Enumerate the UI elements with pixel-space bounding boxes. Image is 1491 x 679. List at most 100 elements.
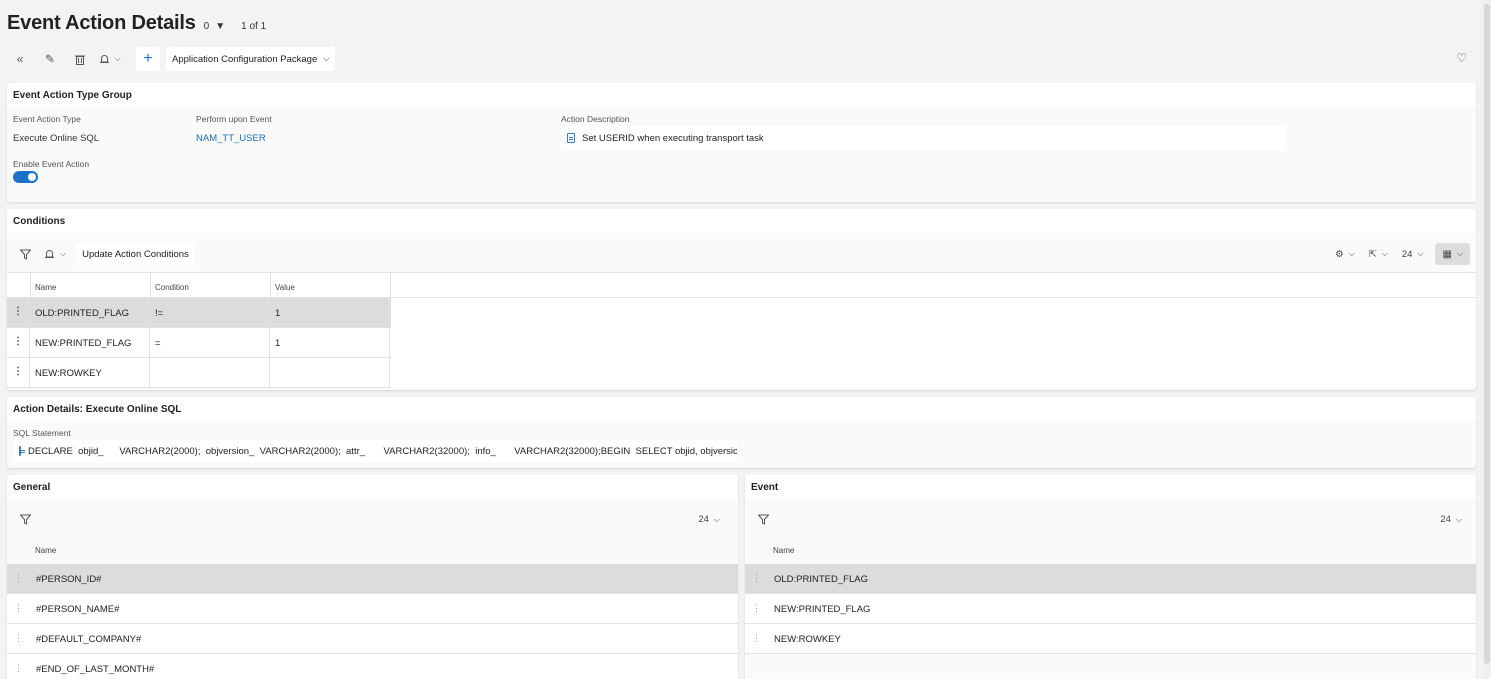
- item-label: #DEFAULT_COMPANY#: [36, 634, 142, 645]
- conditions-toolbar: ⌵ Update Action Conditions: [7, 242, 1476, 266]
- general-section: General 24 ⌵ Name ⋮ #PERSON_ID# ⋮ #PERSON…: [7, 475, 738, 679]
- row-menu-icon[interactable]: ⋮: [7, 298, 30, 327]
- favorite-heart-icon[interactable]: ♡: [1456, 51, 1467, 65]
- page-title: Event Action Details: [7, 12, 196, 34]
- settings-dropdown[interactable]: ⚙ ⌵: [1335, 249, 1355, 260]
- list-item[interactable]: ⋮ OLD:PRINTED_FLAG: [745, 564, 1476, 594]
- row-menu-icon[interactable]: ⋮: [745, 624, 768, 653]
- cell-value: [270, 358, 390, 387]
- row-menu-icon[interactable]: ⋮: [7, 654, 30, 679]
- double-chevron-left-icon[interactable]: «: [8, 47, 32, 71]
- page-scrollbar[interactable]: [1482, 0, 1491, 679]
- cell-value: 1: [270, 328, 390, 357]
- row-menu-icon[interactable]: ⋮: [7, 594, 30, 623]
- update-action-conditions-button[interactable]: Update Action Conditions: [76, 243, 195, 265]
- list-item[interactable]: ⋮ #PERSON_ID#: [7, 564, 738, 594]
- sql-statement-field[interactable]: DECLARE objid_ VARCHAR2(2000); objversio…: [13, 440, 737, 462]
- perform-upon-event-label: Perform upon Event: [196, 114, 272, 124]
- chevron-down-icon: ⌵: [1455, 514, 1462, 524]
- record-selector-icon[interactable]: ▼: [215, 21, 225, 32]
- export-dropdown[interactable]: ⇱ ⌵: [1369, 249, 1388, 260]
- row-menu-icon[interactable]: ⋮: [7, 624, 30, 653]
- delete-icon[interactable]: [68, 47, 92, 71]
- chevron-down-icon: ⌵: [1417, 249, 1424, 258]
- package-label: Application Configuration Package: [172, 53, 318, 65]
- add-button[interactable]: +: [136, 47, 160, 71]
- event-action-type-label: Event Action Type: [13, 114, 81, 124]
- item-label: OLD:PRINTED_FLAG: [774, 574, 868, 585]
- enable-event-action-toggle[interactable]: [13, 171, 38, 183]
- chevron-down-icon: ⌵: [1381, 249, 1388, 258]
- cell-condition: !=: [150, 298, 270, 327]
- row-menu-icon[interactable]: ⋮: [745, 594, 768, 623]
- column-header-name[interactable]: Name: [745, 538, 1476, 564]
- document-icon: [567, 133, 575, 143]
- column-header-name[interactable]: Name: [7, 538, 738, 564]
- list-item[interactable]: ⋮ #END_OF_LAST_MONTH#: [7, 654, 738, 679]
- column-header-condition[interactable]: Condition: [151, 273, 271, 297]
- action-description-value: Set USERID when executing transport task: [582, 132, 764, 144]
- list-item[interactable]: ⋮ NEW:ROWKEY: [745, 624, 1476, 654]
- pager-label: 1 of 1: [241, 21, 267, 32]
- page-size-dropdown[interactable]: 24 ⌵: [1440, 514, 1462, 525]
- chevron-down-icon: ⌵: [1348, 249, 1355, 258]
- item-label: #PERSON_ID#: [36, 574, 102, 585]
- page-size-dropdown[interactable]: 24 ⌵: [1402, 249, 1424, 260]
- action-details-section: Action Details: Execute Online SQL SQL S…: [7, 397, 1476, 468]
- table-row[interactable]: ⋮ NEW:ROWKEY: [7, 358, 391, 388]
- package-dropdown[interactable]: Application Configuration Package ⌵: [166, 47, 336, 71]
- type-group-section: Event Action Type Group Event Action Typ…: [7, 83, 1476, 202]
- document-icon: [19, 446, 25, 456]
- chevron-down-icon: ⌵: [1456, 249, 1463, 258]
- item-label: NEW:PRINTED_FLAG: [774, 604, 871, 615]
- list-item[interactable]: ⋮ NEW:PRINTED_FLAG: [745, 594, 1476, 624]
- row-menu-icon[interactable]: ⋮: [745, 564, 768, 593]
- filter-icon[interactable]: [20, 249, 31, 260]
- page-size-value: 24: [698, 514, 709, 525]
- list-item[interactable]: ⋮ #DEFAULT_COMPANY#: [7, 624, 738, 654]
- perform-upon-event-link[interactable]: NAM_TT_USER: [196, 133, 266, 144]
- gear-icon: ⚙: [1335, 248, 1344, 260]
- view-mode-dropdown[interactable]: ▦ ⌵: [1435, 243, 1470, 265]
- page-size-value: 24: [1401, 248, 1413, 260]
- cell-name: OLD:PRINTED_FLAG: [30, 298, 150, 327]
- action-description-label: Action Description: [561, 114, 630, 124]
- bell-dropdown-button[interactable]: ⌵: [98, 47, 122, 71]
- section-title: General: [7, 475, 738, 499]
- event-table: Name ⋮ OLD:PRINTED_FLAG ⋮ NEW:PRINTED_FL…: [745, 538, 1476, 654]
- cell-name: NEW:ROWKEY: [30, 358, 150, 387]
- bell-dropdown-button[interactable]: ⌵: [44, 249, 66, 260]
- cell-condition: [150, 358, 270, 387]
- section-title: Event Action Type Group: [7, 83, 1476, 107]
- page-size-dropdown[interactable]: 24 ⌵: [698, 514, 720, 525]
- chevron-down-icon: ⌵: [114, 54, 121, 63]
- page-size-value: 24: [1440, 514, 1451, 525]
- scrollbar-thumb[interactable]: [1484, 4, 1490, 664]
- chevron-down-icon: ⌵: [713, 514, 720, 524]
- list-item[interactable]: ⋮ #PERSON_NAME#: [7, 594, 738, 624]
- cell-condition: =: [150, 328, 270, 357]
- section-title: Event: [745, 475, 1476, 499]
- filter-icon[interactable]: [20, 514, 31, 525]
- row-menu-icon[interactable]: ⋮: [7, 564, 30, 593]
- table-header: Name Condition Value: [7, 272, 1476, 298]
- edit-icon[interactable]: ✎: [38, 47, 62, 71]
- table-view-icon: ▦: [1442, 248, 1452, 260]
- action-description-field[interactable]: Set USERID when executing transport task: [561, 126, 1286, 150]
- table-row[interactable]: ⋮ OLD:PRINTED_FLAG != 1: [7, 298, 391, 328]
- enable-event-action-label: Enable Event Action: [13, 159, 90, 169]
- row-menu-icon[interactable]: ⋮: [7, 358, 30, 387]
- chevron-down-icon: ⌵: [323, 54, 330, 63]
- conditions-table: Name Condition Value ⋮ OLD:PRINTED_FLAG …: [7, 272, 1476, 388]
- row-menu-icon[interactable]: ⋮: [7, 328, 30, 357]
- filter-icon[interactable]: [758, 514, 769, 525]
- column-header-name[interactable]: Name: [31, 273, 151, 297]
- record-count: 0: [203, 21, 210, 32]
- cell-name: NEW:PRINTED_FLAG: [30, 328, 150, 357]
- section-title: Action Details: Execute Online SQL: [7, 397, 1476, 421]
- table-row[interactable]: ⋮ NEW:PRINTED_FLAG = 1: [7, 328, 391, 358]
- column-header-value[interactable]: Value: [271, 273, 391, 297]
- header-spacer: [7, 273, 31, 297]
- item-label: NEW:ROWKEY: [774, 634, 841, 645]
- general-table: Name ⋮ #PERSON_ID# ⋮ #PERSON_NAME# ⋮ #DE…: [7, 538, 738, 679]
